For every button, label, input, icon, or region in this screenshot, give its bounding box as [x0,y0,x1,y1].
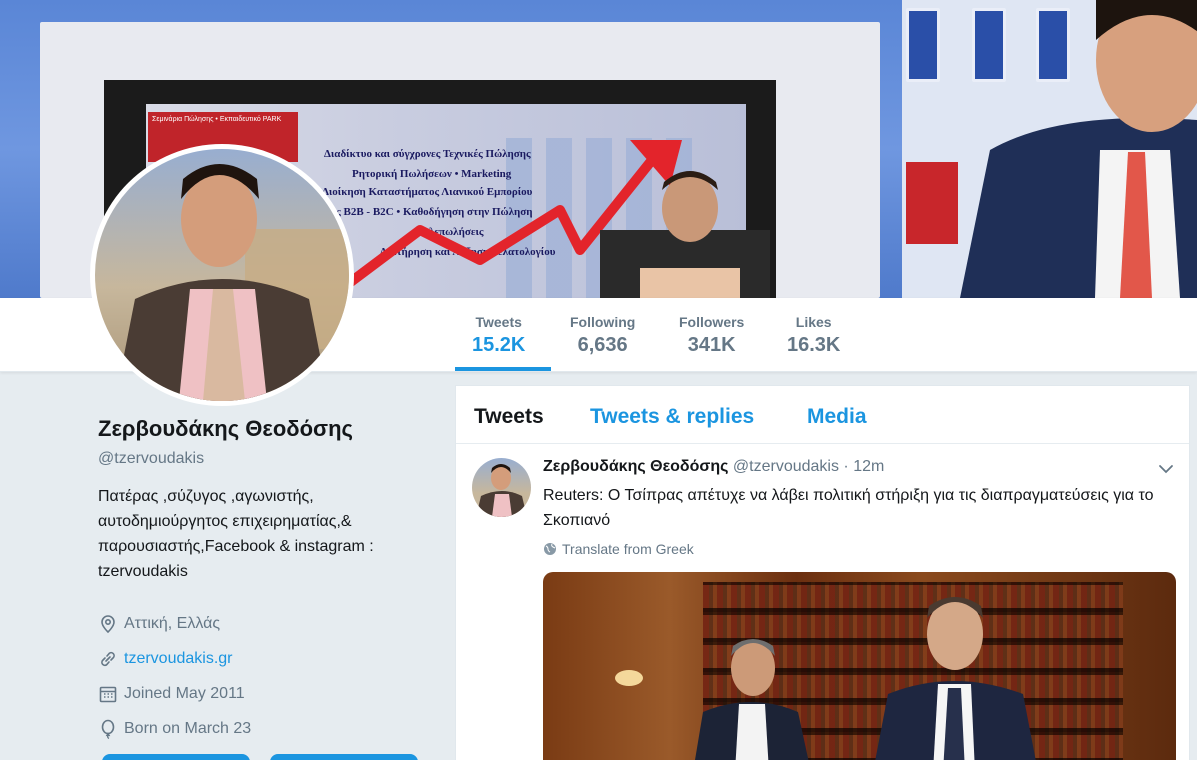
joined-text: Joined May 2011 [124,684,245,702]
banner-presenter-screen-photo [600,171,770,298]
calendar-icon [99,686,117,702]
profile-button[interactable] [270,754,418,760]
tweet-avatar-person [476,464,527,517]
translate-text: Translate from Greek [562,541,694,557]
stat-tweets[interactable]: Tweets 15.2K [472,314,525,357]
profile-avatar[interactable] [90,144,354,406]
tweet[interactable]: Ζερβουδάκης Θεοδόσης @tzervoudakis · 12m… [456,444,1189,760]
link-icon [101,651,115,666]
location-text: Αττική, Ελλάς [124,614,221,632]
tweet-separator: · [843,458,849,475]
tweet-header: Ζερβουδάκης Θεοδόσης @tzervoudakis · 12m [543,458,884,476]
banner-presenter-photo [960,0,1197,298]
profile-name[interactable]: Ζερβουδάκης Θεοδόσης [98,416,428,442]
translate-link[interactable]: Translate from Greek [543,541,694,557]
timeline-tabs: Tweets Tweets & replies Media [456,386,1189,444]
stat-following[interactable]: Following 6,636 [570,314,635,357]
balloon-icon [101,719,115,739]
profile-bio: Πατέρας ,σύζυγος ,αγωνιστής, αυτοδημιούρ… [98,488,374,580]
profile-birthday: Born on March 23 [98,711,428,746]
tweet-author-handle[interactable]: @tzervoudakis [733,458,839,475]
tweet-avatar[interactable] [472,458,531,517]
website-link[interactable]: tzervoudakis.gr [124,650,233,668]
avatar-person [115,164,349,401]
stat-label: Tweets [475,314,522,330]
profile-button[interactable] [102,754,250,760]
profile-location: Αττική, Ελλάς [98,606,428,641]
stat-label: Followers [679,314,745,330]
stat-label: Likes [795,314,832,330]
location-icon [101,614,115,633]
tweet-media-image[interactable] [543,572,1176,760]
tweet-timestamp[interactable]: 12m [853,458,884,475]
stat-likes[interactable]: Likes 16.3K [787,314,840,357]
tab-tweets[interactable]: Tweets [474,405,544,429]
tweet-author-name[interactable]: Ζερβουδάκης Θεοδόσης [543,458,728,475]
profile-handle[interactable]: @tzervoudakis [98,450,428,468]
stat-value: 6,636 [577,334,628,356]
tweet-text: Reuters: Ο Τσίπρας απέτυχε να λάβει πολι… [543,487,1154,529]
stat-value: 16.3K [787,334,841,356]
profile-website: tzervoudakis.gr [98,641,428,676]
tab-media[interactable]: Media [807,405,867,429]
active-stat-indicator [455,367,551,371]
born-text: Born on March 23 [124,719,252,737]
stat-label: Following [570,314,636,330]
avatar-photo [95,149,349,401]
globe-icon [544,543,556,555]
stat-value: 15.2K [472,334,526,356]
media-people [615,597,1036,760]
profile-meta: Αττική, Ελλάς tzervoudakis.gr Joined May… [98,606,428,746]
stat-value: 341K [687,334,736,356]
stat-followers[interactable]: Followers 341K [679,314,744,357]
chevron-down-icon[interactable] [1157,460,1175,478]
profile-card: Ζερβουδάκης Θεοδόσης @tzervoudakis Πατέρ… [98,416,428,746]
profile-joined: Joined May 2011 [98,676,428,711]
tab-tweets-replies[interactable]: Tweets & replies [590,405,754,429]
timeline: Tweets Tweets & replies Media Ζερβουδάκη… [455,385,1190,760]
